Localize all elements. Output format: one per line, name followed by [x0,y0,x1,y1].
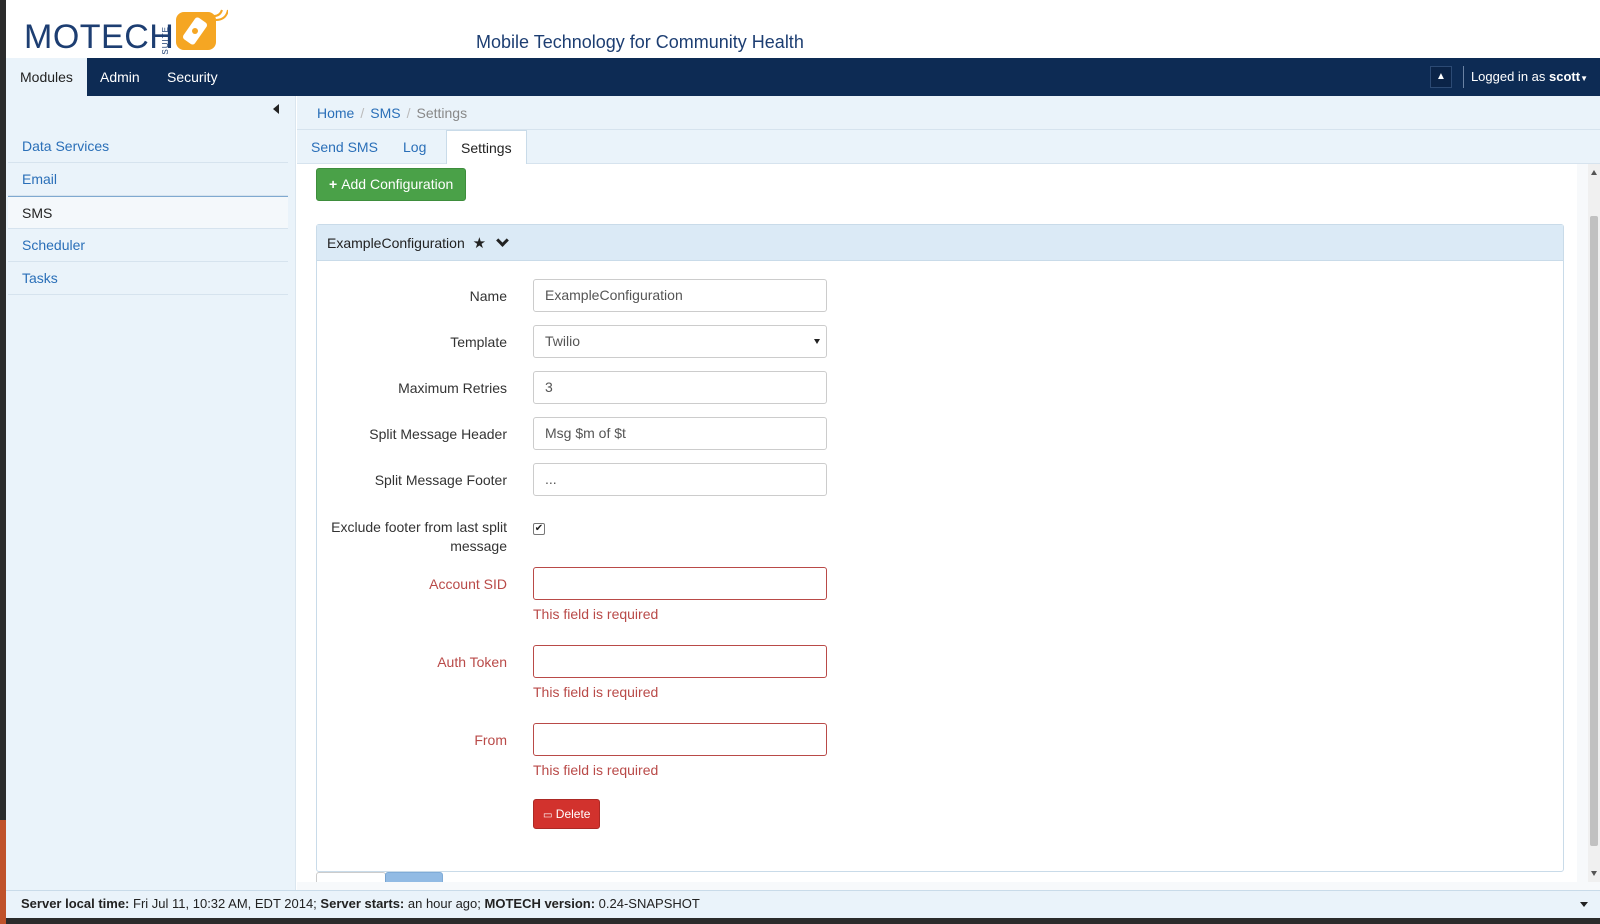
tab-log[interactable]: Log [389,130,440,164]
scroll-up-arrow-icon[interactable] [1591,170,1597,175]
settings-content: + Add Configuration ExampleConfiguration … [297,164,1577,882]
nav-tab-admin[interactable]: Admin [86,58,154,96]
name-input[interactable]: ExampleConfiguration [533,279,827,312]
main-area: Home / SMS / Settings Send SMS Log Settings … [297,96,1600,918]
server-status-footer: Server local time: Fri Jul 11, 10:32 AM,… [6,890,1600,918]
template-select[interactable]: Twilio [533,325,827,358]
account-sid-input[interactable] [533,567,827,600]
from-input[interactable] [533,723,827,756]
version-label: MOTECH version: [484,896,596,911]
sidebar: Data Services Email SMS Scheduler Tasks [6,96,296,918]
breadcrumb-home[interactable]: Home [317,105,354,121]
breadcrumb: Home / SMS / Settings [297,96,1600,130]
sidebar-item-tasks[interactable]: Tasks [8,262,288,295]
logo-text: MOTECH [24,18,175,56]
trash-icon: ▭ [543,810,553,821]
auth-token-label: Auth Token [437,654,507,670]
scrollbar-thumb[interactable] [1590,216,1598,846]
exclude-footer-checkbox[interactable]: ✔ [533,523,545,535]
server-time-value: Fri Jul 11, 10:32 AM, EDT 2014; [133,896,317,911]
brand-bar: MOTECH SUITE Mobile Technology for Commu… [6,0,1600,58]
from-label: From [474,732,507,748]
template-label: Template [450,334,507,350]
nav-divider [1463,66,1464,88]
sidebar-item-sms[interactable]: SMS [8,196,288,229]
plus-icon: + [329,176,338,192]
auth-token-input[interactable] [533,645,827,678]
caret-left-icon[interactable] [273,104,279,114]
max-retries-input[interactable]: 3 [533,371,827,404]
dropdown-arrow-icon [814,339,820,344]
configuration-title: ExampleConfiguration [327,235,465,251]
add-configuration-button[interactable]: + Add Configuration [316,168,467,201]
star-icon[interactable]: ★ [473,235,486,252]
sidebar-item-email[interactable]: Email [8,163,288,196]
logged-in-label: Logged in as [1470,69,1546,84]
sidebar-list: Data Services Email SMS Scheduler Tasks [8,130,288,295]
auth-token-error: This field is required [533,684,659,700]
save-button[interactable]: Save [385,872,443,882]
from-error: This field is required [533,762,659,778]
logo-suite-text: SUITE [161,26,170,55]
nav-tab-security[interactable]: Security [153,58,232,96]
split-footer-input[interactable]: ... [533,463,827,496]
sidebar-item-data-services[interactable]: Data Services [8,130,288,163]
tagline: Mobile Technology for Community Health [476,32,804,52]
server-starts-value: an hour ago; [407,896,481,911]
add-configuration-label: Add Configuration [341,176,454,192]
configuration-panel-heading[interactable]: ExampleConfiguration ★ [317,225,1563,261]
delete-button[interactable]: ▭ Delete [533,799,601,829]
breadcrumb-separator: / [360,105,365,121]
user-menu[interactable]: Logged in as scott▼ [1471,58,1588,96]
breadcrumb-sms[interactable]: SMS [370,105,400,121]
top-navbar: Modules Admin Security ▲ Logged in as sc… [6,58,1600,96]
tab-settings[interactable]: Settings [446,130,527,165]
caret-down-icon[interactable] [1580,902,1588,907]
username: scott [1549,69,1581,84]
server-time-label: Server local time: [21,896,130,911]
max-retries-label: Maximum Retries [398,380,507,396]
caret-up-icon[interactable]: ▲ [1430,66,1452,88]
logo-phone-icon [176,9,228,50]
scroll-down-arrow-icon[interactable] [1591,871,1597,876]
exclude-footer-label-line1: Exclude footer from last split [331,519,507,535]
exclude-footer-label: Exclude footer from last split message [317,518,507,556]
delete-label: Delete [555,807,591,821]
server-starts-label: Server starts: [320,896,405,911]
sidebar-item-scheduler[interactable]: Scheduler [8,229,288,262]
app-window: MOTECH SUITE Mobile Technology for Commu… [6,0,1600,918]
tab-send-sms[interactable]: Send SMS [297,130,392,164]
template-selected-value: Twilio [545,333,581,349]
exclude-footer-label-line2: message [450,538,507,554]
sms-tabs: Send SMS Log Settings [297,130,1600,165]
cancel-button[interactable]: Cancel [316,872,386,882]
nav-tab-modules[interactable]: Modules [6,58,87,96]
split-footer-label: Split Message Footer [374,472,507,488]
window-edge [0,820,6,924]
breadcrumb-separator: / [406,105,411,121]
breadcrumb-settings: Settings [416,105,468,121]
version-value: 0.24-SNAPSHOT [598,896,700,911]
caret-down-icon: ▼ [1580,74,1588,83]
vertical-scrollbar[interactable] [1588,164,1600,882]
configuration-panel: ExampleConfiguration ★ Name ExampleConfi… [316,224,1564,872]
chevron-down-icon[interactable] [496,234,509,247]
account-sid-label: Account SID [429,576,507,592]
split-header-label: Split Message Header [369,426,507,442]
split-header-input[interactable]: Msg $m of $t [533,417,827,450]
account-sid-error: This field is required [533,606,659,622]
name-label: Name [469,288,507,304]
